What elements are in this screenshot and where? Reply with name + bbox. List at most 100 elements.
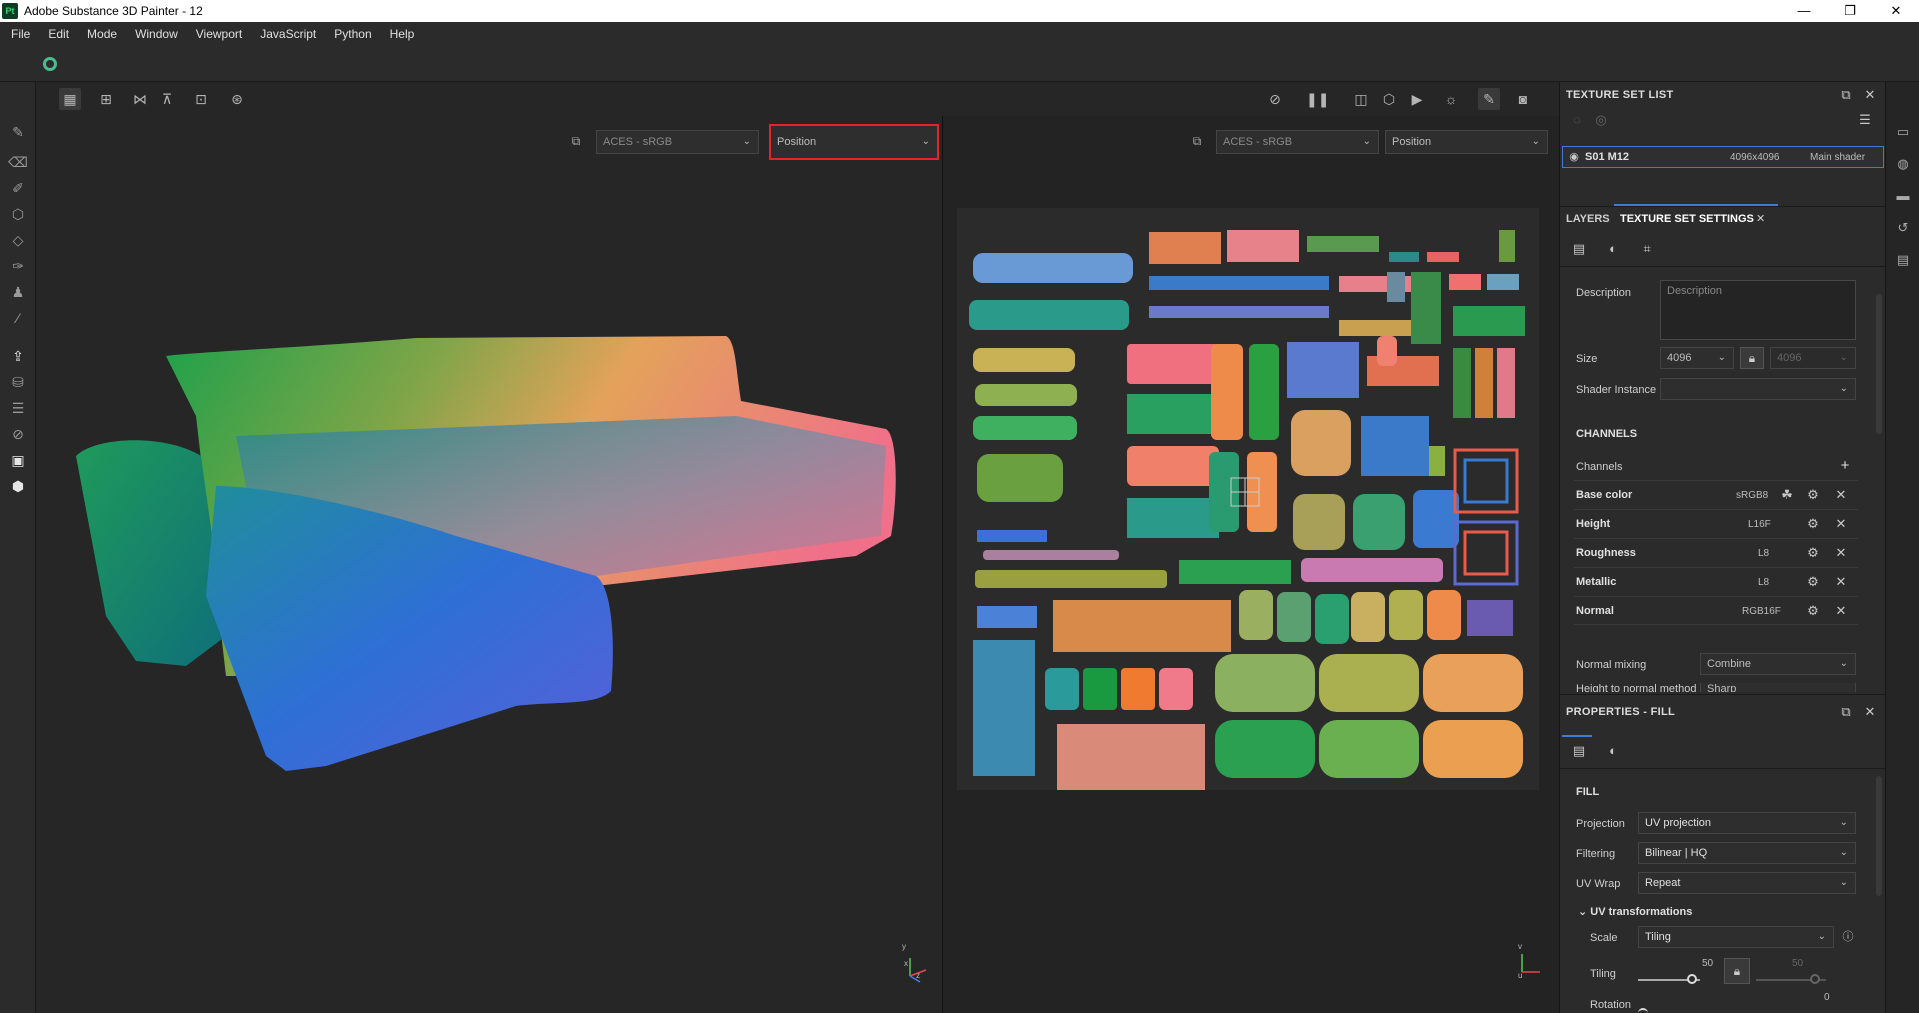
restore-button[interactable]: ❐ [1827,0,1873,22]
symmetry-icon[interactable]: ◫ [1350,88,1372,110]
viewport-2d[interactable]: ⧉ ACES - sRGB ⌄ Position ⌄ u v [943,116,1559,1013]
material-sphere-icon[interactable]: ◐ [1604,742,1622,760]
menu-edit[interactable]: Edit [39,22,78,46]
viewport-3d[interactable]: ⧉ ACES - sRGB ⌄ Position ⌄ x y z [36,116,942,1013]
hide-icon[interactable]: ◌ [1568,111,1586,129]
history-icon[interactable]: ↺ [1895,220,1911,236]
environment-icon[interactable]: ☼ [1440,88,1462,110]
minimize-button[interactable]: — [1781,0,1827,22]
add-channel-icon[interactable]: + [1836,457,1854,475]
uv-texture-map[interactable] [957,208,1539,790]
menu-file[interactable]: File [2,22,39,46]
mirror-vertical-icon[interactable]: ⊼ [156,88,178,110]
channel-row[interactable]: Normal RGB16F ⚙ ✕ [1574,596,1858,625]
log-icon[interactable]: ▤ [1895,252,1911,268]
uv-icon[interactable]: ⊘ [8,424,28,444]
texture-set-row[interactable]: ◉ S01 M12 4096x4096 Main shader [1562,146,1884,168]
close-panel-icon[interactable]: ✕ [1861,86,1879,104]
bake-icon[interactable]: ⛁ [8,372,28,392]
rotation-slider-handle[interactable] [1638,1008,1648,1013]
paint-mode-icon[interactable]: ✎ [1478,88,1500,110]
float-panel-icon[interactable]: ⧉ [1837,703,1855,721]
grid-view-icon[interactable]: ⊞ [95,88,117,110]
polygon-fill-icon[interactable]: ◇ [8,230,28,250]
projection-dropdown[interactable]: UV projection ⌄ [1638,812,1856,834]
fill-settings-icon[interactable]: ▤ [1570,742,1588,760]
menu-python[interactable]: Python [325,22,380,46]
menu-window[interactable]: Window [126,22,187,46]
menu-help[interactable]: Help [381,22,424,46]
sofa-3d-model[interactable] [36,116,942,1013]
channel-row[interactable]: Metallic L8 ⚙ ✕ [1574,567,1858,596]
projection-icon[interactable]: ✐ [8,178,28,198]
color-profile-icon[interactable]: ☘ [1778,486,1796,504]
camera-video-icon[interactable]: ▶ [1406,88,1428,110]
close-window-button[interactable]: ✕ [1873,0,1919,22]
split-view-icon[interactable]: ▦ [59,88,81,110]
gear-icon[interactable]: ⚙ [1804,544,1822,562]
paint-brush-icon[interactable]: ✎ [8,122,28,142]
gear-icon[interactable]: ⚙ [1804,602,1822,620]
display-settings-icon[interactable]: ⧉ [1189,133,1205,149]
channel-dropdown-2d[interactable]: Position ⌄ [1385,130,1548,154]
viewer-settings-icon[interactable]: ▬ [1895,188,1911,204]
layer-stack-icon[interactable]: ☰ [8,398,28,418]
eye-outline-icon[interactable]: ◎ [1592,111,1610,129]
close-icon[interactable]: ✕ [1832,544,1850,562]
properties-scrollbar[interactable] [1876,776,1882,896]
tiling-slider-handle[interactable] [1686,974,1697,984]
menu-javascript[interactable]: JavaScript [251,22,325,46]
mirror-horizontal-icon[interactable]: ⋈ [129,88,151,110]
color-picker-icon[interactable]: ⁄ [8,308,28,328]
size-dropdown[interactable]: 4096 ⌄ [1660,347,1734,369]
3d-model-icon[interactable]: ⬢ [8,476,28,496]
tss-scrollbar[interactable] [1876,294,1882,434]
list-menu-icon[interactable]: ☰ [1856,111,1874,129]
scale-dropdown[interactable]: Tiling ⌄ [1638,926,1834,948]
uv-transformations-header[interactable]: ⌄ UV transformations [1578,905,1692,918]
height-to-normal-dropdown[interactable]: Sharp [1700,683,1856,692]
sync-status-icon[interactable] [43,57,57,71]
menu-mode[interactable]: Mode [78,22,126,46]
tiling-lock-icon[interactable]: 🔒︎ [1724,958,1750,984]
gear-icon[interactable]: ⚙ [1804,573,1822,591]
hide-overlay-icon[interactable]: ⊘ [1264,88,1286,110]
gear-icon[interactable]: ⚙ [1804,486,1822,504]
fit-view-icon[interactable]: ⊡ [190,88,212,110]
pause-icon[interactable]: ❚❚ [1306,88,1329,110]
uv-crop-icon[interactable]: ⌗ [1638,240,1656,258]
close-icon[interactable]: ✕ [1832,573,1850,591]
smudge-icon[interactable]: ✑ [8,256,28,276]
normal-mixing-dropdown[interactable]: Combine ⌄ [1700,653,1856,675]
eye-icon[interactable]: ◉ [1565,148,1583,166]
tab-layers[interactable]: LAYERS [1566,206,1610,232]
channel-row[interactable]: Base color sRGB8 ☘ ⚙ ✕ [1574,480,1858,509]
channel-row[interactable]: Roughness L8 ⚙ ✕ [1574,538,1858,567]
shader-instance-dropdown[interactable]: ⌄ [1660,378,1856,400]
shelf-icon[interactable]: ▣ [8,450,28,470]
screenshot-icon[interactable]: ◙ [1512,88,1534,110]
close-tab-icon[interactable]: ✕ [1756,206,1765,232]
eraser-icon[interactable]: ⌫ [8,152,28,172]
display-settings-icon[interactable]: ▭ [1895,124,1911,140]
close-icon[interactable]: ✕ [1832,515,1850,533]
gear-icon[interactable]: ⚙ [1804,515,1822,533]
export-icon[interactable]: ⇪ [8,346,28,366]
close-panel-icon[interactable]: ✕ [1861,703,1879,721]
geometry-mask-icon[interactable]: ⬡ [8,204,28,224]
cube-icon[interactable]: ⬡ [1378,88,1400,110]
size-lock-icon[interactable]: 🔒︎ [1740,347,1764,369]
channel-row[interactable]: Height L16F ⚙ ✕ [1574,509,1858,538]
material-sphere-icon[interactable]: ◐ [1604,240,1622,258]
texture-set-icon[interactable]: ▤ [1570,240,1588,258]
close-icon[interactable]: ✕ [1832,486,1850,504]
description-field[interactable]: Description [1660,280,1856,340]
menu-viewport[interactable]: Viewport [187,22,251,46]
colorspace-dropdown-2d[interactable]: ACES - sRGB ⌄ [1216,130,1379,154]
clone-stamp-icon[interactable]: ♟ [8,282,28,302]
uvwrap-dropdown[interactable]: Repeat ⌄ [1638,872,1856,894]
shader-settings-icon[interactable]: ◍ [1895,156,1911,172]
float-panel-icon[interactable]: ⧉ [1837,86,1855,104]
filtering-dropdown[interactable]: Bilinear | HQ ⌄ [1638,842,1856,864]
info-icon[interactable]: ⓘ [1839,928,1857,946]
